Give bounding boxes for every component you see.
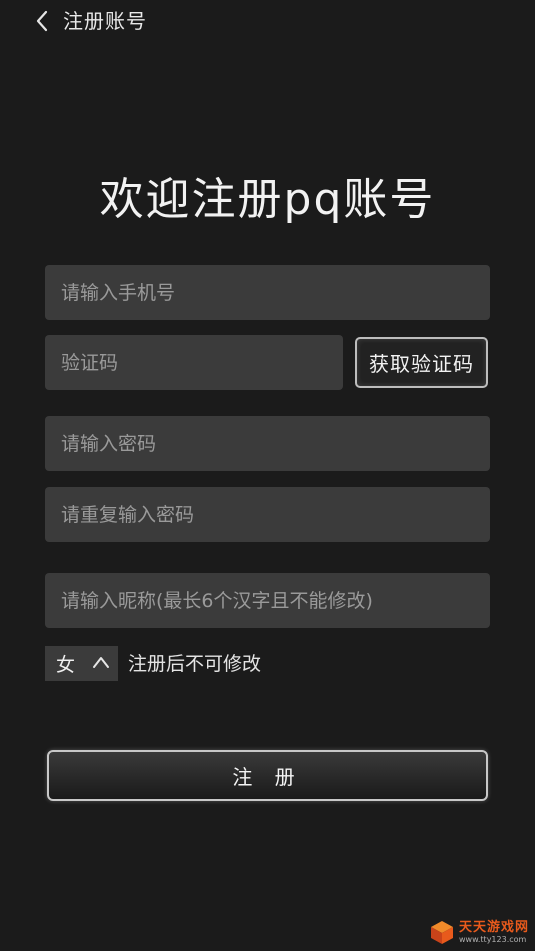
welcome-heading: 欢迎注册pq账号 xyxy=(99,174,436,225)
phone-input[interactable] xyxy=(45,265,490,320)
gender-hint: 注册后不可修改 xyxy=(128,653,262,675)
chevron-left-icon xyxy=(36,10,48,32)
cube-logo-icon xyxy=(430,921,453,944)
password-input[interactable] xyxy=(45,416,490,471)
password-repeat-input[interactable] xyxy=(45,487,490,542)
top-bar: 注册账号 xyxy=(0,0,535,44)
back-button[interactable] xyxy=(30,8,54,34)
gender-select[interactable]: 女 xyxy=(45,646,118,681)
watermark-title: 天天游戏网 xyxy=(458,919,529,935)
get-code-button[interactable]: 获取验证码 xyxy=(355,337,488,388)
chevron-up-icon xyxy=(93,657,109,668)
nickname-input[interactable] xyxy=(45,573,490,628)
gender-value: 女 xyxy=(56,654,76,676)
watermark: 天天游戏网 www.tty123.com xyxy=(429,919,529,945)
verification-code-input[interactable] xyxy=(45,335,343,390)
watermark-url: www.tty123.com xyxy=(458,934,527,944)
register-button[interactable]: 注 册 xyxy=(47,750,488,801)
page-title: 注册账号 xyxy=(63,9,147,33)
